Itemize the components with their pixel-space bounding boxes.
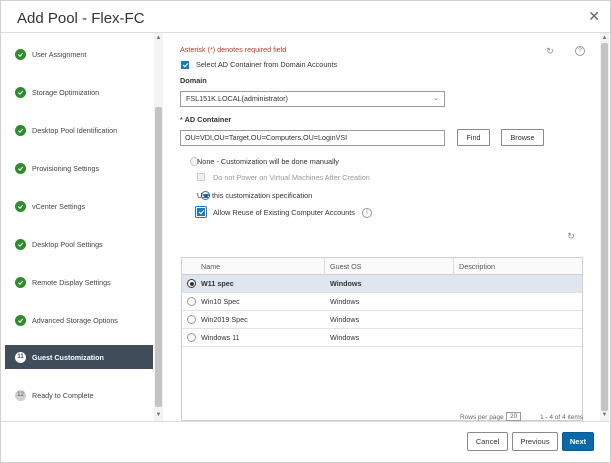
step-advanced-storage-options[interactable]: Advanced Storage Options [5, 308, 153, 332]
table-refresh-icon[interactable]: ↻ [565, 230, 577, 242]
step-storage-optimization[interactable]: Storage Optimization [5, 80, 153, 104]
footer-divider [1, 421, 610, 422]
sidebar-scroll-thumb[interactable] [155, 107, 162, 407]
step-label: Advanced Storage Options [32, 315, 118, 325]
scroll-up-icon[interactable]: ▲ [601, 34, 608, 42]
select-ad-container-label: Select AD Container from Domain Accounts [196, 60, 338, 69]
step-ready-to-complete[interactable]: 12 Ready to Complete [5, 383, 153, 407]
column-separator[interactable] [324, 258, 325, 275]
domain-select[interactable]: FSL151K.LOCAL(administrator) ⌄ [180, 91, 445, 107]
browse-button[interactable]: Browse [501, 129, 544, 146]
refresh-icon[interactable]: ↻ [544, 45, 556, 57]
row-guest-os: Windows [330, 279, 362, 288]
column-header-description[interactable]: Description [459, 258, 495, 275]
column-separator[interactable] [453, 258, 454, 275]
pagination-range: 1 - 4 of 4 items [540, 414, 583, 421]
step-provisioning-settings[interactable]: Provisioning Settings [5, 156, 153, 180]
use-spec-label: Use this customization specification [197, 191, 313, 200]
domain-select-value: FSL151K.LOCAL(administrator) [186, 94, 288, 103]
check-icon [15, 276, 26, 288]
column-header-name[interactable]: Name [201, 258, 220, 275]
sidebar-scrollbar[interactable]: ▲ ▼ [154, 33, 163, 421]
step-label: Provisioning Settings [32, 163, 100, 173]
step-label: Storage Optimization [32, 87, 100, 97]
step-label: Guest Customization [32, 352, 104, 362]
page-size-select[interactable]: 20 [506, 412, 522, 421]
table-row[interactable]: W11 spec Windows [182, 275, 582, 293]
row-select-radio[interactable] [187, 297, 196, 306]
row-name: Win10 Spec [201, 297, 240, 306]
main-scroll-thumb[interactable] [601, 43, 608, 411]
select-ad-container-checkbox[interactable] [181, 61, 189, 69]
add-pool-dialog: Add Pool - Flex-FC ✕ User Assignment Sto… [0, 0, 611, 463]
row-guest-os: Windows [330, 315, 360, 324]
check-icon [15, 238, 26, 250]
find-button[interactable]: Find [457, 129, 490, 146]
required-field-note: Asterisk (*) denotes required field [180, 45, 287, 54]
help-icon[interactable]: ? [575, 46, 585, 56]
ad-container-input[interactable]: OU=VDI,OU=Target,OU=Computers,OU=LoginVS… [180, 130, 445, 146]
allow-reuse-label: Allow Reuse of Existing Computer Account… [213, 208, 355, 217]
check-icon [15, 200, 26, 212]
step-label: Remote Display Settings [32, 277, 111, 287]
row-select-radio[interactable] [187, 279, 196, 288]
step-label: User Assignment [32, 49, 87, 59]
allow-reuse-checkbox[interactable] [197, 208, 205, 216]
no-power-on-checkbox[interactable] [197, 173, 205, 181]
check-icon [15, 314, 26, 326]
step-number-badge: 11 [15, 351, 26, 363]
scroll-up-icon[interactable]: ▲ [155, 34, 162, 42]
check-icon [15, 124, 26, 136]
step-desktop-pool-settings[interactable]: Desktop Pool Settings [5, 232, 153, 256]
check-icon [15, 86, 26, 98]
check-icon [15, 48, 26, 60]
row-guest-os: Windows [330, 333, 360, 342]
step-number-badge: 12 [15, 389, 26, 401]
allow-reuse-focus[interactable] [195, 206, 207, 218]
no-power-on-label: Do not Power on Virtual Machines After C… [213, 173, 370, 182]
ad-container-label: * AD Container [180, 115, 231, 124]
table-row[interactable]: Windows 11 Windows [182, 329, 582, 347]
row-select-radio[interactable] [187, 315, 196, 324]
row-select-radio[interactable] [187, 333, 196, 342]
scroll-down-icon[interactable]: ▼ [155, 411, 162, 419]
required-asterisk: * [180, 115, 183, 124]
table-row[interactable]: Win2019 Spec Windows [182, 311, 582, 329]
info-icon[interactable]: i [362, 208, 372, 218]
step-label: vCenter Settings [32, 201, 86, 211]
row-name: Win2019 Spec [201, 315, 248, 324]
previous-button[interactable]: Previous [512, 432, 558, 451]
row-name: Windows 11 [201, 333, 240, 342]
table-row[interactable]: Win10 Spec Windows [182, 293, 582, 311]
table-header: Name Guest OS Description [182, 258, 582, 275]
main-scrollbar[interactable]: ▲ ▼ [600, 33, 609, 421]
column-header-guest-os[interactable]: Guest OS [330, 258, 362, 275]
ad-container-label-text: AD Container [184, 115, 232, 124]
step-vcenter-settings[interactable]: vCenter Settings [5, 194, 153, 218]
scroll-down-icon[interactable]: ▼ [601, 411, 608, 419]
step-guest-customization[interactable]: 11 Guest Customization [5, 345, 153, 369]
chevron-down-icon: ⌄ [433, 95, 439, 102]
cancel-button[interactable]: Cancel [467, 432, 508, 451]
next-button[interactable]: Next [562, 432, 594, 451]
step-user-assignment[interactable]: User Assignment [5, 42, 153, 66]
step-label: Ready to Complete [32, 390, 94, 400]
step-label: Desktop Pool Settings [32, 239, 103, 249]
row-guest-os: Windows [330, 297, 360, 306]
check-icon [15, 162, 26, 174]
step-label: Desktop Pool Identification [32, 125, 118, 135]
wizard-steps-sidebar: User Assignment Storage Optimization Des… [1, 33, 164, 421]
guest-customization-panel: Asterisk (*) denotes required field ↻ ? … [167, 33, 599, 421]
step-remote-display-settings[interactable]: Remote Display Settings [5, 270, 153, 294]
dialog-title: Add Pool - Flex-FC [17, 10, 145, 27]
none-customization-label: None - Customization will be done manual… [197, 157, 339, 166]
rows-per-page-label: Rows per page [460, 414, 504, 421]
domain-label: Domain [180, 76, 207, 85]
step-desktop-pool-identification[interactable]: Desktop Pool Identification [5, 118, 153, 142]
row-name: W11 spec [201, 279, 234, 288]
close-icon[interactable]: ✕ [588, 9, 600, 23]
customization-spec-table: Name Guest OS Description W11 spec Windo… [181, 257, 583, 421]
